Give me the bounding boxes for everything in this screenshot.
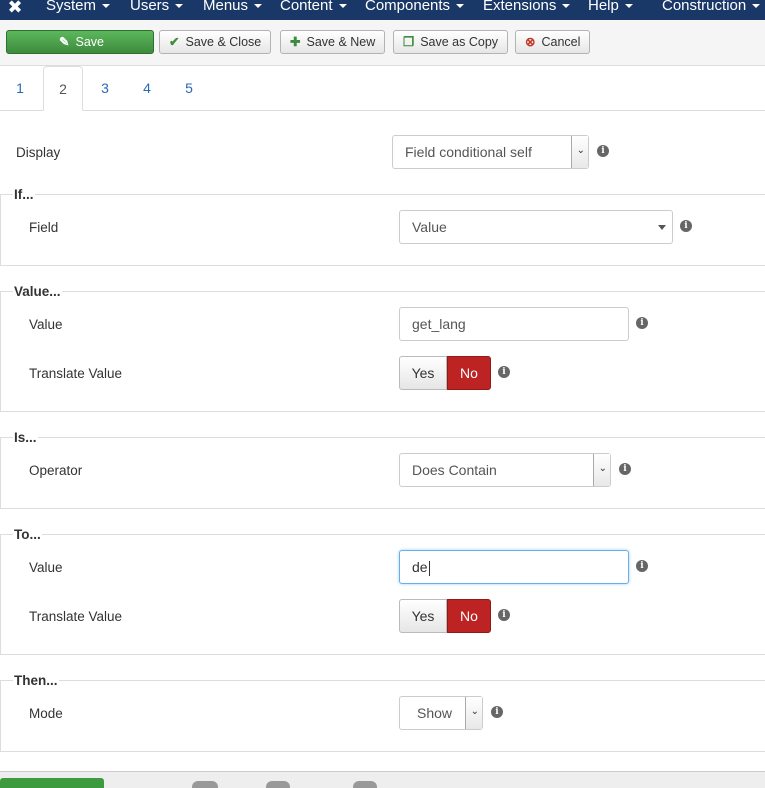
cancel-label: Cancel [541, 35, 581, 49]
to-fieldset [0, 534, 765, 655]
joomla-logo-icon[interactable]: ✖ [4, 0, 26, 18]
menu-components-label: Components [365, 0, 451, 14]
top-navbar: ✖ System Users Menus Content Components … [0, 0, 765, 20]
field-label: Field [29, 220, 59, 235]
info-icon[interactable]: i [498, 366, 510, 378]
menu-help-label: Help [588, 0, 619, 14]
caret-down-icon [562, 4, 571, 9]
caret-down-icon [175, 4, 184, 9]
select-arrow-box: ⌄ [465, 697, 482, 729]
select-arrow-box: ⌄ [571, 136, 588, 168]
mode-select[interactable]: Show ⌄ [399, 696, 483, 730]
tab-1[interactable]: 1 [0, 66, 40, 110]
chevron-down-icon: ⌄ [470, 706, 479, 717]
chevron-down-icon: ⌄ [598, 463, 607, 474]
mode-select-value: Show [417, 705, 453, 721]
copy-icon: ❐ [403, 35, 415, 49]
caret-down-icon [338, 4, 347, 9]
cancel-button[interactable]: ⊗ Cancel [515, 30, 591, 54]
chevron-down-icon: ⌄ [576, 145, 585, 156]
text-cursor [428, 560, 430, 576]
tab-4[interactable]: 4 [127, 66, 167, 110]
value-input[interactable]: get_lang [399, 307, 629, 341]
menu-content-label: Content [280, 0, 333, 14]
to-value-label: Value [29, 560, 63, 575]
display-label: Display [16, 145, 61, 160]
info-icon[interactable]: i [619, 463, 631, 475]
menu-extensions-label: Extensions [483, 0, 557, 14]
caret-down-icon [254, 4, 263, 9]
translate-value-label: Translate Value [29, 366, 123, 381]
menu-users-label: Users [130, 0, 170, 14]
caret-down-icon [624, 4, 633, 9]
menu-system[interactable]: System [46, 0, 111, 15]
caret-down-icon [456, 4, 465, 9]
info-icon[interactable]: i [636, 560, 648, 572]
value-legend: Value... [13, 284, 62, 300]
save-new-label: Save & New [306, 35, 376, 49]
info-icon[interactable]: i [680, 220, 692, 232]
save-close-label: Save & Close [185, 35, 262, 49]
display-select[interactable]: Field conditional self ⌄ [392, 135, 589, 169]
operator-select-value: Does Contain [412, 462, 497, 478]
save-copy-label: Save as Copy [420, 35, 499, 49]
tab-bar: 1 2 3 4 5 [0, 66, 765, 111]
operator-label: Operator [29, 463, 83, 478]
field-select-value: Value [412, 219, 447, 235]
menu-menus[interactable]: Menus [203, 0, 263, 15]
toolbar: ✎ Save ✔ Save & Close ✚ Save & New ❐ Save as… [0, 20, 765, 66]
tab-5[interactable]: 5 [169, 66, 209, 110]
to-value-input[interactable]: de [399, 550, 629, 584]
to-translate-no-button[interactable]: No [447, 599, 491, 633]
save-button[interactable]: ✎ Save [6, 30, 154, 54]
save-copy-button[interactable]: ❐ Save as Copy [393, 30, 509, 54]
cancel-circle-icon: ⊗ [525, 35, 536, 49]
translate-yes-button[interactable]: Yes [399, 356, 447, 390]
caret-down-icon [658, 225, 666, 230]
menu-extensions[interactable]: Extensions [483, 0, 571, 15]
display-select-value: Field conditional self [405, 144, 532, 160]
then-legend: Then... [13, 673, 59, 689]
status-bar [0, 771, 765, 788]
is-legend: Is... [13, 430, 38, 446]
to-translate-value-toggle: Yes No [399, 599, 491, 633]
menu-content[interactable]: Content [280, 0, 347, 15]
info-icon[interactable]: i [597, 145, 609, 157]
caret-down-icon [752, 4, 761, 9]
menu-menus-label: Menus [203, 0, 249, 14]
translate-value-toggle: Yes No [399, 356, 491, 390]
save-close-button[interactable]: ✔ Save & Close [159, 30, 272, 54]
to-translate-yes-button[interactable]: Yes [399, 599, 447, 633]
translate-no-button[interactable]: No [447, 356, 491, 390]
if-legend: If... [13, 187, 35, 203]
info-icon[interactable]: i [636, 317, 648, 329]
tab-3[interactable]: 3 [85, 66, 125, 110]
caret-down-icon [102, 4, 111, 9]
menu-users[interactable]: Users [130, 0, 184, 15]
field-select[interactable]: Value [399, 210, 673, 244]
to-value-text: de [412, 559, 428, 575]
menu-system-label: System [46, 0, 97, 14]
value-fieldset [0, 291, 765, 412]
menu-components[interactable]: Components [365, 0, 465, 15]
value-label: Value [29, 317, 63, 332]
tab-2[interactable]: 2 [43, 66, 83, 111]
info-icon[interactable]: i [491, 706, 503, 718]
to-legend: To... [13, 527, 42, 543]
menu-construction[interactable]: Construction [662, 0, 761, 15]
to-translate-value-label: Translate Value [29, 609, 123, 624]
is-fieldset [0, 437, 765, 509]
mode-label: Mode [29, 706, 63, 721]
plus-icon: ✚ [290, 35, 301, 49]
save-new-button[interactable]: ✚ Save & New [280, 30, 386, 54]
edit-icon: ✎ [59, 35, 70, 49]
then-fieldset [0, 680, 765, 752]
save-button-label: Save [75, 35, 104, 49]
menu-construction-label: Construction [662, 0, 747, 14]
select-arrow-box: ⌄ [593, 454, 610, 486]
check-icon: ✔ [169, 35, 180, 49]
info-icon[interactable]: i [498, 609, 510, 621]
operator-select[interactable]: Does Contain ⌄ [399, 453, 611, 487]
menu-help[interactable]: Help [588, 0, 633, 15]
